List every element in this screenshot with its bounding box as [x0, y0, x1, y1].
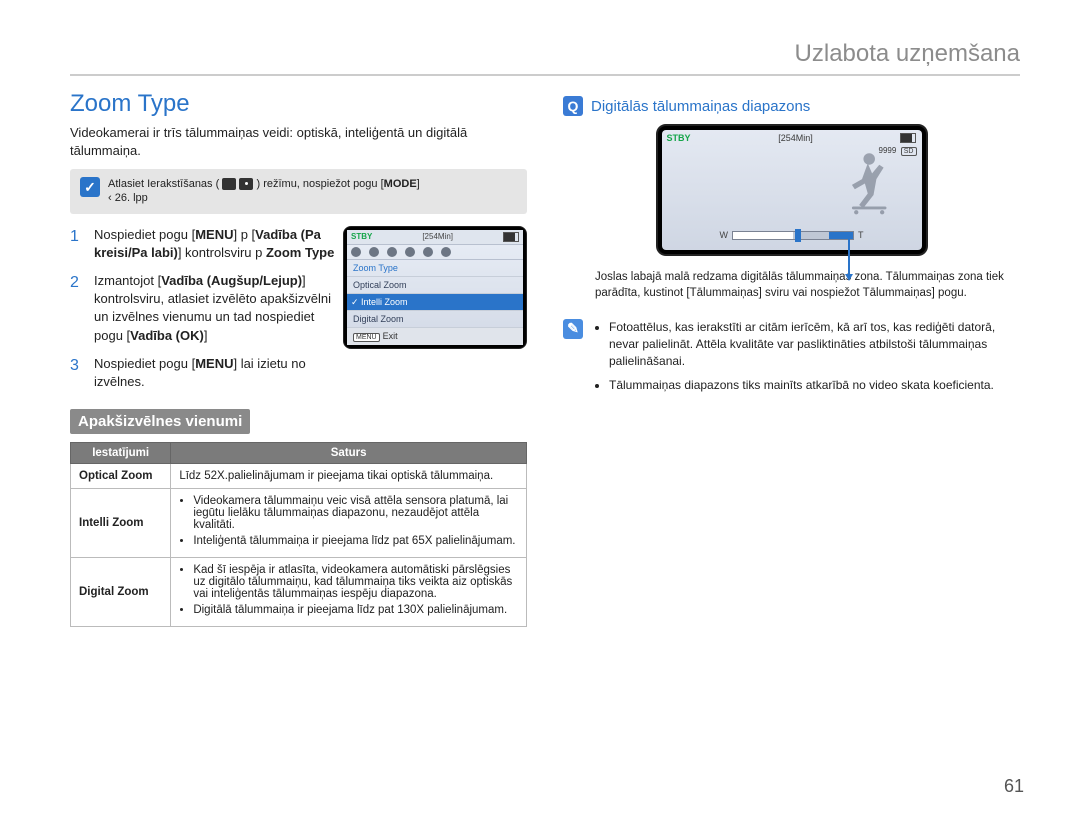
intro-text: Videokamerai ir trīs tālummaiņas veidi: … — [70, 124, 527, 159]
stby-indicator: STBY — [351, 232, 372, 241]
step-body: Nospiediet pogu [MENU] lai izietu no izv… — [94, 355, 337, 391]
camera-screenshot-inner: STBY [254Min] 9999 SD — [662, 130, 922, 250]
mode-post: ) režīmu, nospiežot pogu [ — [256, 178, 383, 190]
time-remaining: [254Min] — [422, 232, 453, 241]
tab-icon — [351, 247, 361, 257]
camera-screenshot: STBY [254Min] 9999 SD — [656, 124, 928, 256]
tab-icon — [423, 247, 433, 257]
table-header-row: Iestatījumi Saturs — [71, 443, 527, 464]
tab-icon — [441, 247, 451, 257]
settings-table: Iestatījumi Saturs Optical Zoom Līdz 52X… — [70, 442, 527, 627]
two-column-layout: Zoom Type Videokamerai ir trīs tālummaiņ… — [70, 86, 1020, 627]
zoom-track — [732, 231, 854, 240]
step-1: 1 Nospiediet pogu [MENU] p [Vadība (Pa k… — [70, 226, 337, 262]
mode-prereq-box: ✓ Atlasiet Ierakstīšanas ( ) režīmu, nos… — [70, 169, 527, 214]
tab-icon — [387, 247, 397, 257]
table-row: Digital Zoom Kad šī iespēja ir atlasīta,… — [71, 558, 527, 627]
menu-screenshot-inner: STBY [254Min] Zoom Type — [347, 230, 523, 345]
time-remaining: [254Min] — [778, 133, 813, 143]
tab-icon — [405, 247, 415, 257]
manual-page: Uzlabota uzņemšana Zoom Type Videokamera… — [0, 0, 1080, 827]
battery-icon — [503, 232, 519, 242]
note-list: Fotoattēlus, kas ierakstīti ar citām ier… — [593, 319, 1020, 402]
zoom-handle — [795, 229, 801, 242]
menu-top-bar: STBY [254Min] — [347, 230, 523, 245]
subheading: Apakšizvēlnes vienumi — [70, 409, 250, 434]
content-list: Videokamera tālummaiņu veic visā attēla … — [179, 495, 518, 547]
note-icon: ✎ — [563, 319, 583, 339]
step-body: Izmantojot [Vadība (Augšup/Lejup)] kontr… — [94, 272, 337, 345]
chapter-title: Uzlabota uzņemšana — [70, 40, 1020, 76]
menu-chip: MENU — [353, 333, 380, 342]
note-box: ✎ Fotoattēlus, kas ierakstīti ar citām i… — [563, 319, 1020, 402]
table-row: Optical Zoom Līdz 52X.palielinājumam ir … — [71, 464, 527, 489]
zoom-t-label: T — [858, 230, 864, 240]
step-number: 3 — [70, 355, 84, 377]
sd-icon: SD — [901, 147, 917, 156]
left-column: Zoom Type Videokamerai ir trīs tālummaiņ… — [70, 86, 527, 627]
row-intelli-name: Intelli Zoom — [71, 489, 171, 558]
mode-ref: ‹ 26. lpp — [108, 192, 148, 204]
tab-icon — [369, 247, 379, 257]
menu-tab-icons — [347, 245, 523, 260]
row-intelli-content: Videokamera tālummaiņu veic visā attēla … — [171, 489, 527, 558]
step-number: 1 — [70, 226, 84, 248]
steps-with-shot: 1 Nospiediet pogu [MENU] p [Vadība (Pa k… — [70, 226, 527, 392]
menu-item-digital: Digital Zoom — [347, 311, 523, 328]
mode-tail: ] — [417, 178, 420, 190]
stby-indicator: STBY — [667, 133, 691, 143]
note-item: Fotoattēlus, kas ierakstīti ar citām ier… — [609, 319, 1020, 369]
camera-top-bar: STBY [254Min] — [662, 130, 922, 146]
zoom-indicator-bar: W T — [720, 230, 864, 240]
row-digital-name: Digital Zoom — [71, 558, 171, 627]
th-content: Saturs — [171, 443, 527, 464]
th-settings: Iestatījumi — [71, 443, 171, 464]
q-icon: Q — [563, 96, 583, 116]
menu-header: Zoom Type — [347, 260, 523, 277]
skateboarder-silhouette — [826, 146, 898, 218]
menu-item-optical: Optical Zoom — [347, 277, 523, 294]
section-title: Zoom Type — [70, 90, 527, 118]
battery-icon — [900, 133, 916, 143]
zoom-w-label: W — [720, 230, 729, 240]
right-column: Q Digitālās tālummaiņas diapazons STBY [… — [563, 86, 1020, 627]
range-heading-text: Digitālās tālummaiņas diapazons — [591, 98, 810, 115]
step-3: 3 Nospiediet pogu [MENU] lai izietu no i… — [70, 355, 337, 391]
content-list: Kad šī iespēja ir atlasīta, videokamera … — [179, 564, 518, 616]
row-digital-content: Kad šī iespēja ir atlasīta, videokamera … — [171, 558, 527, 627]
mode-label: MODE — [384, 178, 417, 190]
video-icon — [222, 178, 236, 190]
check-icon: ✓ — [80, 177, 100, 197]
step-list: 1 Nospiediet pogu [MENU] p [Vadība (Pa k… — [70, 226, 337, 392]
mode-pre: Atlasiet Ierakstīšanas ( — [108, 178, 219, 190]
menu-item-intelli-selected: Intelli Zoom — [347, 294, 523, 311]
step-body: Nospiediet pogu [MENU] p [Vadība (Pa kre… — [94, 226, 337, 262]
row-optical-content: Līdz 52X.palielinājumam ir pieejama tika… — [171, 464, 527, 489]
range-heading: Q Digitālās tālummaiņas diapazons — [563, 96, 1020, 116]
menu-exit: MENUExit — [347, 328, 523, 345]
step-2: 2 Izmantojot [Vadība (Augšup/Lejup)] kon… — [70, 272, 337, 345]
camera-icon — [239, 178, 253, 190]
row-optical-name: Optical Zoom — [71, 464, 171, 489]
range-description: Joslas labajā malā redzama digitālās tāl… — [595, 270, 1020, 301]
callout-arrow — [848, 238, 850, 276]
page-number: 61 — [1004, 776, 1024, 797]
mode-prereq-text: Atlasiet Ierakstīšanas ( ) režīmu, nospi… — [108, 177, 420, 206]
table-row: Intelli Zoom Videokamera tālummaiņu veic… — [71, 489, 527, 558]
step-number: 2 — [70, 272, 84, 294]
note-item: Tālummaiņas diapazons tiks mainīts atkar… — [609, 377, 1020, 394]
menu-screenshot: STBY [254Min] Zoom Type — [343, 226, 527, 349]
